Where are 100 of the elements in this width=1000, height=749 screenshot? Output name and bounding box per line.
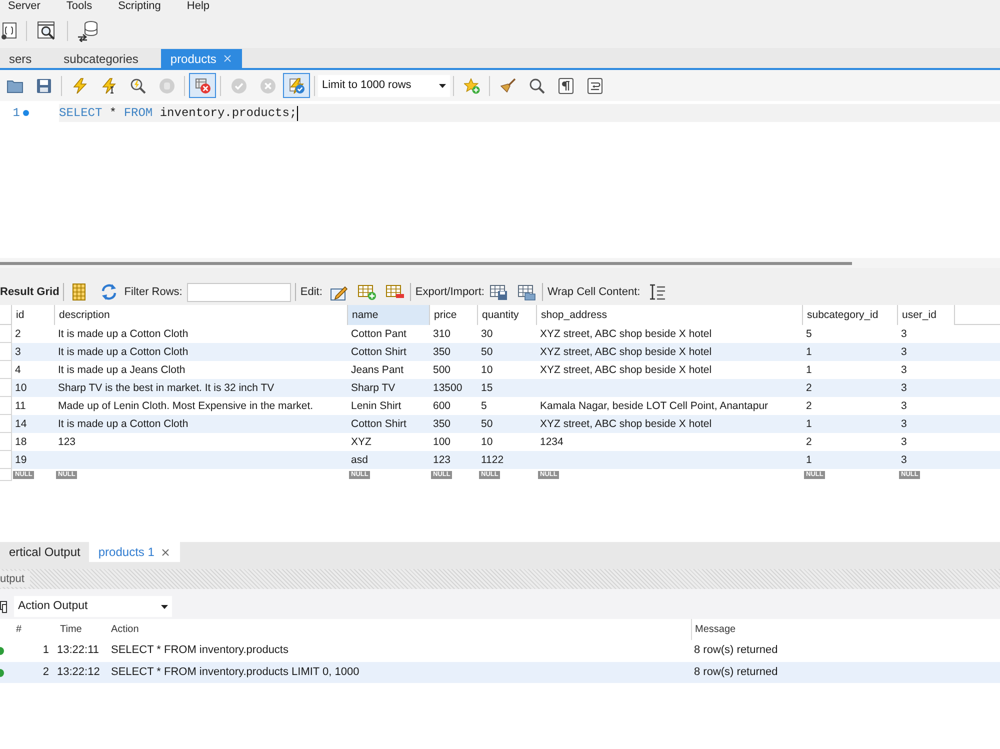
star-plus-icon (464, 78, 480, 94)
table-cell: It is made up a Cotton Cloth (58, 327, 188, 341)
table-cell: 3 (901, 345, 907, 359)
table-cell: 600 (433, 399, 451, 413)
table-cell: 15 (481, 381, 493, 395)
table-cell: 3 (15, 345, 21, 359)
text-cursor (296, 106, 298, 120)
column-header[interactable]: name (348, 305, 430, 325)
column-header[interactable]: subcategory_id (803, 305, 898, 325)
auto-commit-icon (288, 78, 304, 94)
close-icon[interactable] (222, 53, 234, 64)
filter-rows-label: Filter Rows: (124, 284, 182, 300)
column-header[interactable]: Time (60, 622, 82, 637)
column-header[interactable]: user_id (898, 305, 955, 325)
table-cell: 3 (901, 363, 907, 377)
check-circle-icon (230, 78, 246, 94)
output-row[interactable]: 2 13:22:12 SELECT * FROM inventory.products LIMIT 0, 1000 8 row(s) returned (0, 662, 1000, 683)
table-cell: 3 (901, 327, 907, 341)
column-header[interactable]: price (430, 305, 478, 325)
table-cell: 1 (806, 453, 812, 467)
table-cell: Kamala Nagar, beside LOT Cell Point, Anantapur (540, 399, 768, 413)
table-error-icon (194, 78, 210, 94)
table-cell: 100 (433, 435, 451, 449)
grid-minus-icon (386, 283, 404, 301)
table-cell: 10 (481, 435, 493, 449)
stop-on-error-button[interactable] (189, 73, 216, 98)
result-tab[interactable]: products 1 (89, 542, 180, 562)
menu-item[interactable]: Server (8, 0, 40, 12)
caret-icon (439, 84, 446, 88)
table-cell: XYZ street, ABC shop beside X hotel (540, 363, 712, 377)
table-cell: Cotton Pant (351, 327, 406, 341)
output-type-dropdown[interactable]: Action Output (14, 596, 172, 617)
limit-rows-dropdown[interactable]: Limit to 1000 rows (318, 74, 450, 96)
table-cell: 5 (806, 327, 812, 341)
table-cell: 4 (15, 363, 21, 377)
table-cell: 5 (481, 399, 487, 413)
table-cell: 1 (806, 417, 812, 431)
close-icon[interactable] (160, 546, 172, 558)
table-cell: 350 (433, 345, 451, 359)
table-cell: Lenin Shirt (351, 399, 402, 413)
column-header[interactable]: Message (695, 622, 736, 637)
table-cell: Sharp TV is the best in market. It is 32 inch TV (58, 381, 274, 395)
table-cell: XYZ street, ABC shop beside X hotel (540, 345, 712, 359)
magnifier-document-icon (37, 21, 57, 41)
statement-marker-icon (23, 110, 29, 116)
stop-icon (158, 78, 174, 94)
table-cell: 18 (15, 435, 27, 449)
menu-item[interactable]: Scripting (118, 0, 161, 12)
table-cell-text: 8 row(s) returned (694, 665, 778, 680)
table-cell: 50 (481, 345, 493, 359)
grid-floppy-icon (490, 283, 508, 301)
menu-item[interactable]: Help (186, 0, 210, 12)
autocommit-button[interactable] (283, 73, 310, 98)
filter-rows-field[interactable] (187, 282, 292, 302)
grid-plus-icon (358, 283, 376, 301)
table-cell: 1 (806, 363, 812, 377)
wrap-icon (586, 78, 602, 94)
result-grid-tab[interactable]: Result Grid (0, 284, 60, 300)
folder-icon (6, 78, 22, 94)
magnifier-lightning-icon (130, 78, 146, 94)
table-cell: It is made up a Jeans Cloth (58, 363, 186, 377)
table-cell: 50 (481, 417, 493, 431)
table-cell-text: 8 row(s) returned (694, 643, 778, 658)
column-header[interactable]: quantity (478, 305, 537, 325)
table-cell: XYZ street, ABC shop beside X hotel (540, 417, 712, 431)
table-cell: 10 (15, 381, 27, 395)
new-script-button[interactable] (0, 20, 18, 42)
query-tab[interactable]: products (161, 49, 242, 68)
grid-folder-icon (518, 283, 536, 301)
column-header[interactable]: Action (111, 622, 139, 637)
database-arrows-icon (77, 20, 99, 42)
table-cell: 2 (806, 435, 812, 449)
table-cell-text: 13:22:11 (57, 643, 100, 658)
table-cell: 30 (481, 327, 493, 341)
menu-item[interactable]: Tools (66, 0, 92, 12)
lightning-cursor-icon (100, 78, 116, 94)
table-cell: 1234 (540, 435, 564, 449)
table-cell: XYZ street, ABC shop beside X hotel (540, 327, 712, 341)
scrollbar-thumb[interactable] (0, 262, 852, 264)
query-tab[interactable]: subcategories (54, 49, 148, 68)
table-cell: 350 (433, 417, 451, 431)
code-line: SELECT * FROM inventory.products; (59, 105, 297, 122)
column-header[interactable]: shop_address (537, 305, 803, 325)
table-cell-text: 1 (42, 643, 49, 658)
result-tab[interactable]: ertical Output (0, 542, 90, 562)
column-header[interactable]: # (16, 622, 22, 637)
table-cell: Jeans Pant (351, 363, 404, 377)
table-cell: It is made up a Cotton Cloth (58, 417, 188, 431)
column-header[interactable]: id (12, 305, 55, 325)
table-cell: 310 (433, 327, 451, 341)
lightning-icon (72, 78, 88, 94)
query-tab[interactable]: sers (0, 49, 41, 68)
pilcrow-icon (558, 78, 574, 94)
table-cell: 3 (901, 399, 907, 413)
column-header[interactable]: description (55, 305, 348, 325)
database-migration-button[interactable] (76, 19, 100, 43)
table-cell: Cotton Shirt (351, 417, 406, 431)
table-cell: asd (351, 453, 368, 467)
table-cell: 3 (901, 435, 907, 449)
table-cell: It is made up a Cotton Cloth (58, 345, 188, 359)
